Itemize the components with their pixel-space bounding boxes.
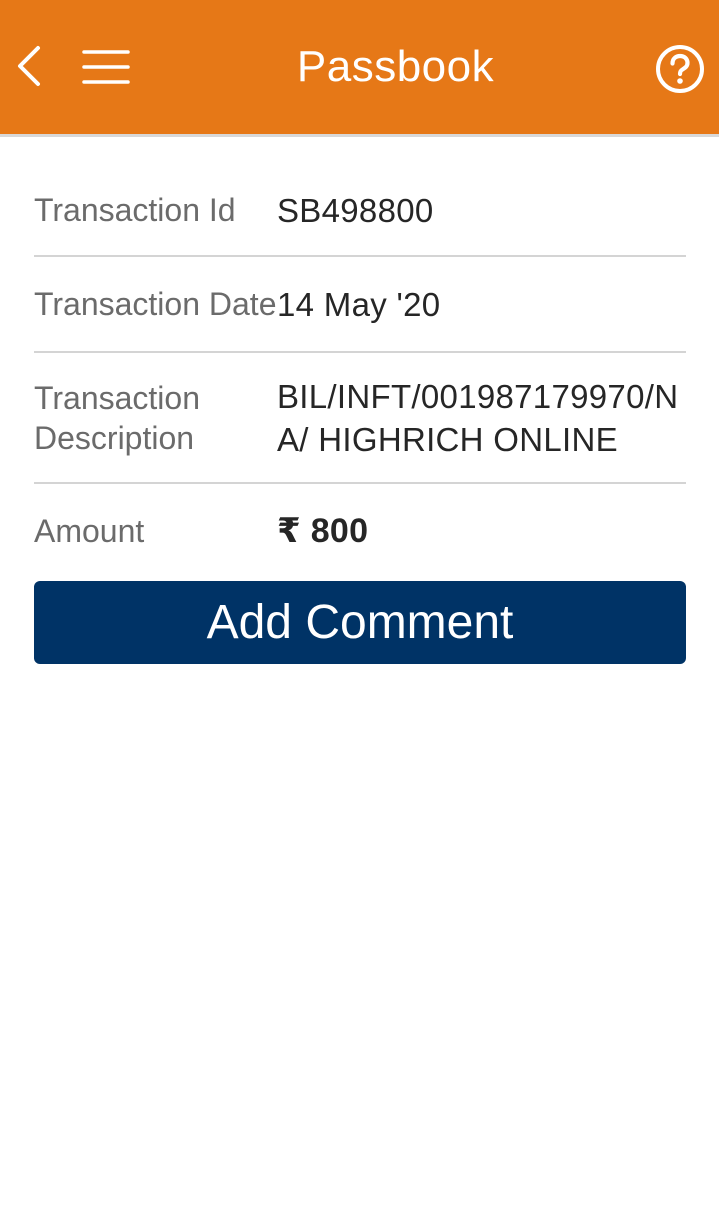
transaction-date-row: Transaction Date 14 May '20	[34, 257, 686, 353]
transaction-id-row: Transaction Id SB498800	[34, 165, 686, 257]
transaction-description-label: Transaction Description	[34, 379, 200, 456]
page-title: Passbook	[296, 42, 495, 91]
transaction-date-value: 14 May '20	[277, 285, 441, 323]
help-button[interactable]	[655, 44, 705, 94]
add-comment-button[interactable]: Add Comment	[34, 581, 686, 664]
help-circle-icon	[656, 45, 704, 93]
transaction-id-value: SB498800	[277, 191, 434, 229]
transaction-id-label: Transaction Id	[34, 192, 236, 228]
transaction-description-value: BIL/INFT/001987179970/NA/ HIGHRICH ONLIN…	[277, 377, 679, 458]
amount-row: Amount ₹ 800	[34, 484, 686, 578]
transaction-description-row: Transaction Description BIL/INFT/0019871…	[34, 353, 686, 484]
amount-label: Amount	[34, 513, 145, 549]
amount-value: ₹ 800	[277, 511, 369, 550]
transaction-date-label: Transaction Date	[34, 286, 277, 322]
transaction-details: Transaction Id SB498800 Transaction Date…	[34, 165, 686, 578]
app-header: Passbook	[0, 0, 719, 137]
